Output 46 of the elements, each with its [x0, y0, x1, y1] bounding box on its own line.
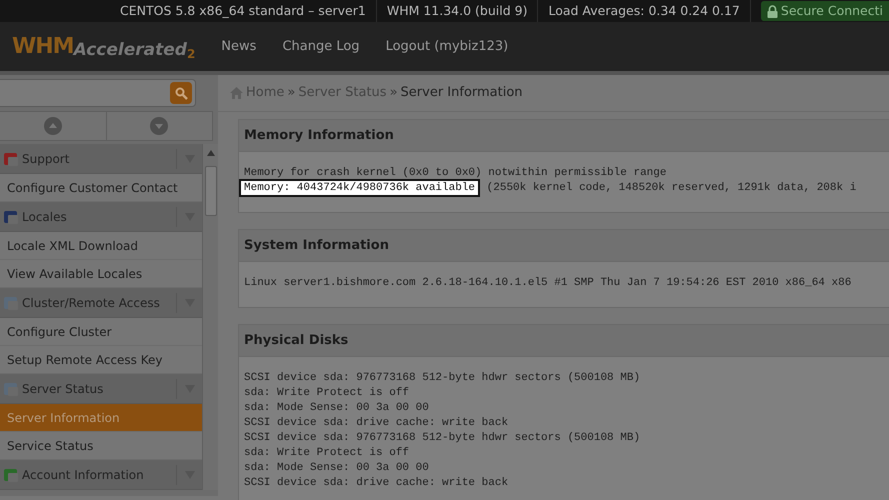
sidebar-item[interactable]: Setup Remote Access Key — [0, 346, 202, 374]
output-line: SCSI device sda: 976773168 512-byte hdwr sectors (500108 MB) — [244, 432, 640, 444]
group-header[interactable]: Server Status — [0, 374, 202, 404]
category-icon — [3, 380, 19, 396]
sidebar-item[interactable]: Server Information — [0, 404, 202, 432]
panel-title: Memory Information — [239, 120, 889, 152]
output-line: SCSI device sda: drive cache: write back — [244, 477, 508, 489]
nav-link[interactable]: Change Log — [282, 36, 360, 56]
search-button[interactable] — [170, 82, 192, 104]
output-line: Memory for crash kernel (0x0 to 0x0) notwithin permissible range — [244, 167, 666, 179]
sidebar-item[interactable]: Locale XML Download — [0, 232, 202, 260]
output-line: sda: Write Protect is off — [244, 447, 410, 459]
output-line: sda: Write Protect is off — [244, 387, 410, 399]
breadcrumb-separator: » — [390, 84, 398, 102]
output-line: SCSI device sda: drive cache: write back — [244, 417, 508, 429]
group-header[interactable]: Account Information — [0, 460, 202, 490]
sidebar-item[interactable]: Configure Customer Contact — [0, 174, 202, 202]
output-line: sda: Mode Sense: 00 3a 00 00 — [244, 462, 429, 474]
output-line: Linux server1.bishmore.com 2.6.18-164.10.1.el5 #1 SMP Thu Jan 7 19:54:26 EST 2010 x86_64 x86 — [244, 277, 852, 289]
output-line: sda: Mode Sense: 00 3a 00 00 — [244, 402, 429, 414]
category-icon — [3, 466, 19, 482]
highlighted-text: Memory: 4043724k/4980736k available — [241, 181, 478, 195]
scroll-up-icon[interactable] — [206, 150, 214, 156]
breadcrumb-current: Server Information — [400, 84, 523, 102]
group-header[interactable]: Cluster/Remote Access — [0, 288, 202, 318]
scrollbar-thumb[interactable] — [204, 166, 216, 216]
output-line: SCSI device sda: 976773168 512-byte hdwr sectors (500108 MB) — [244, 372, 640, 384]
nav-link[interactable]: Logout (mybiz123) — [386, 36, 508, 56]
panel-title: Physical Disks — [239, 325, 889, 357]
search-field[interactable] — [0, 79, 196, 107]
lock-icon — [766, 4, 778, 18]
sidebar-item[interactable]: Service Status — [0, 432, 202, 460]
category-icon — [3, 150, 19, 166]
home-icon — [230, 87, 243, 99]
panel-title: System Information — [239, 230, 889, 262]
secure-connection-badge: Secure Connecti — [760, 1, 889, 21]
breadcrumb-separator: » — [287, 84, 296, 102]
sidebar-item[interactable]: View Available Locales — [0, 260, 202, 288]
group-header[interactable]: Support — [0, 144, 202, 174]
output-line: (2550k kernel code, 148520k reserved, 1291k data, 208k i — [486, 182, 856, 194]
nav-link[interactable]: News — [221, 36, 256, 56]
sidebar-item[interactable]: Configure Cluster — [0, 318, 202, 346]
group-header[interactable]: Locales — [0, 202, 202, 232]
category-icon — [3, 208, 19, 224]
search-icon — [174, 86, 188, 100]
category-icon — [3, 294, 19, 310]
